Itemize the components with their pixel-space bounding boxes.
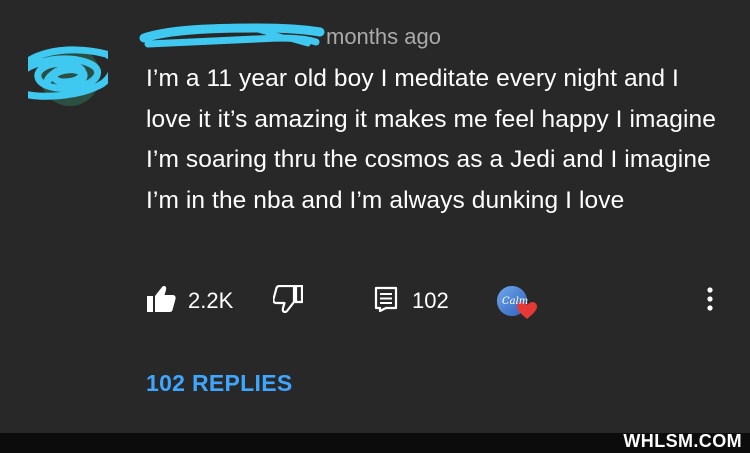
more-options-button[interactable] xyxy=(706,285,714,317)
more-vert-icon[interactable] xyxy=(706,286,714,317)
like-button[interactable]: 2.2K xyxy=(146,285,233,317)
dislike-button[interactable] xyxy=(272,284,304,318)
comment-header: months ago xyxy=(139,22,441,52)
comment-timestamp: months ago xyxy=(326,24,441,49)
like-count: 2.2K xyxy=(188,288,234,313)
reply-icon[interactable] xyxy=(374,286,400,317)
watermark: WHLSM.COM xyxy=(623,431,742,451)
reply-button[interactable]: 102 xyxy=(374,285,449,317)
view-replies-link[interactable]: 102 REPLIES xyxy=(146,370,292,397)
comment-actions: 2.2K 102 Calm xyxy=(146,284,736,319)
thumbs-up-icon[interactable] xyxy=(146,285,176,318)
reply-count: 102 xyxy=(412,288,449,313)
creator-avatar-label: Calm xyxy=(502,296,529,307)
comment-text: I’m a 11 year old boy I meditate every n… xyxy=(146,65,716,214)
thumbs-down-icon[interactable] xyxy=(272,284,304,318)
creator-heart: Calm xyxy=(496,286,540,319)
author-name-redacted[interactable] xyxy=(139,23,325,48)
avatar[interactable] xyxy=(10,42,117,112)
